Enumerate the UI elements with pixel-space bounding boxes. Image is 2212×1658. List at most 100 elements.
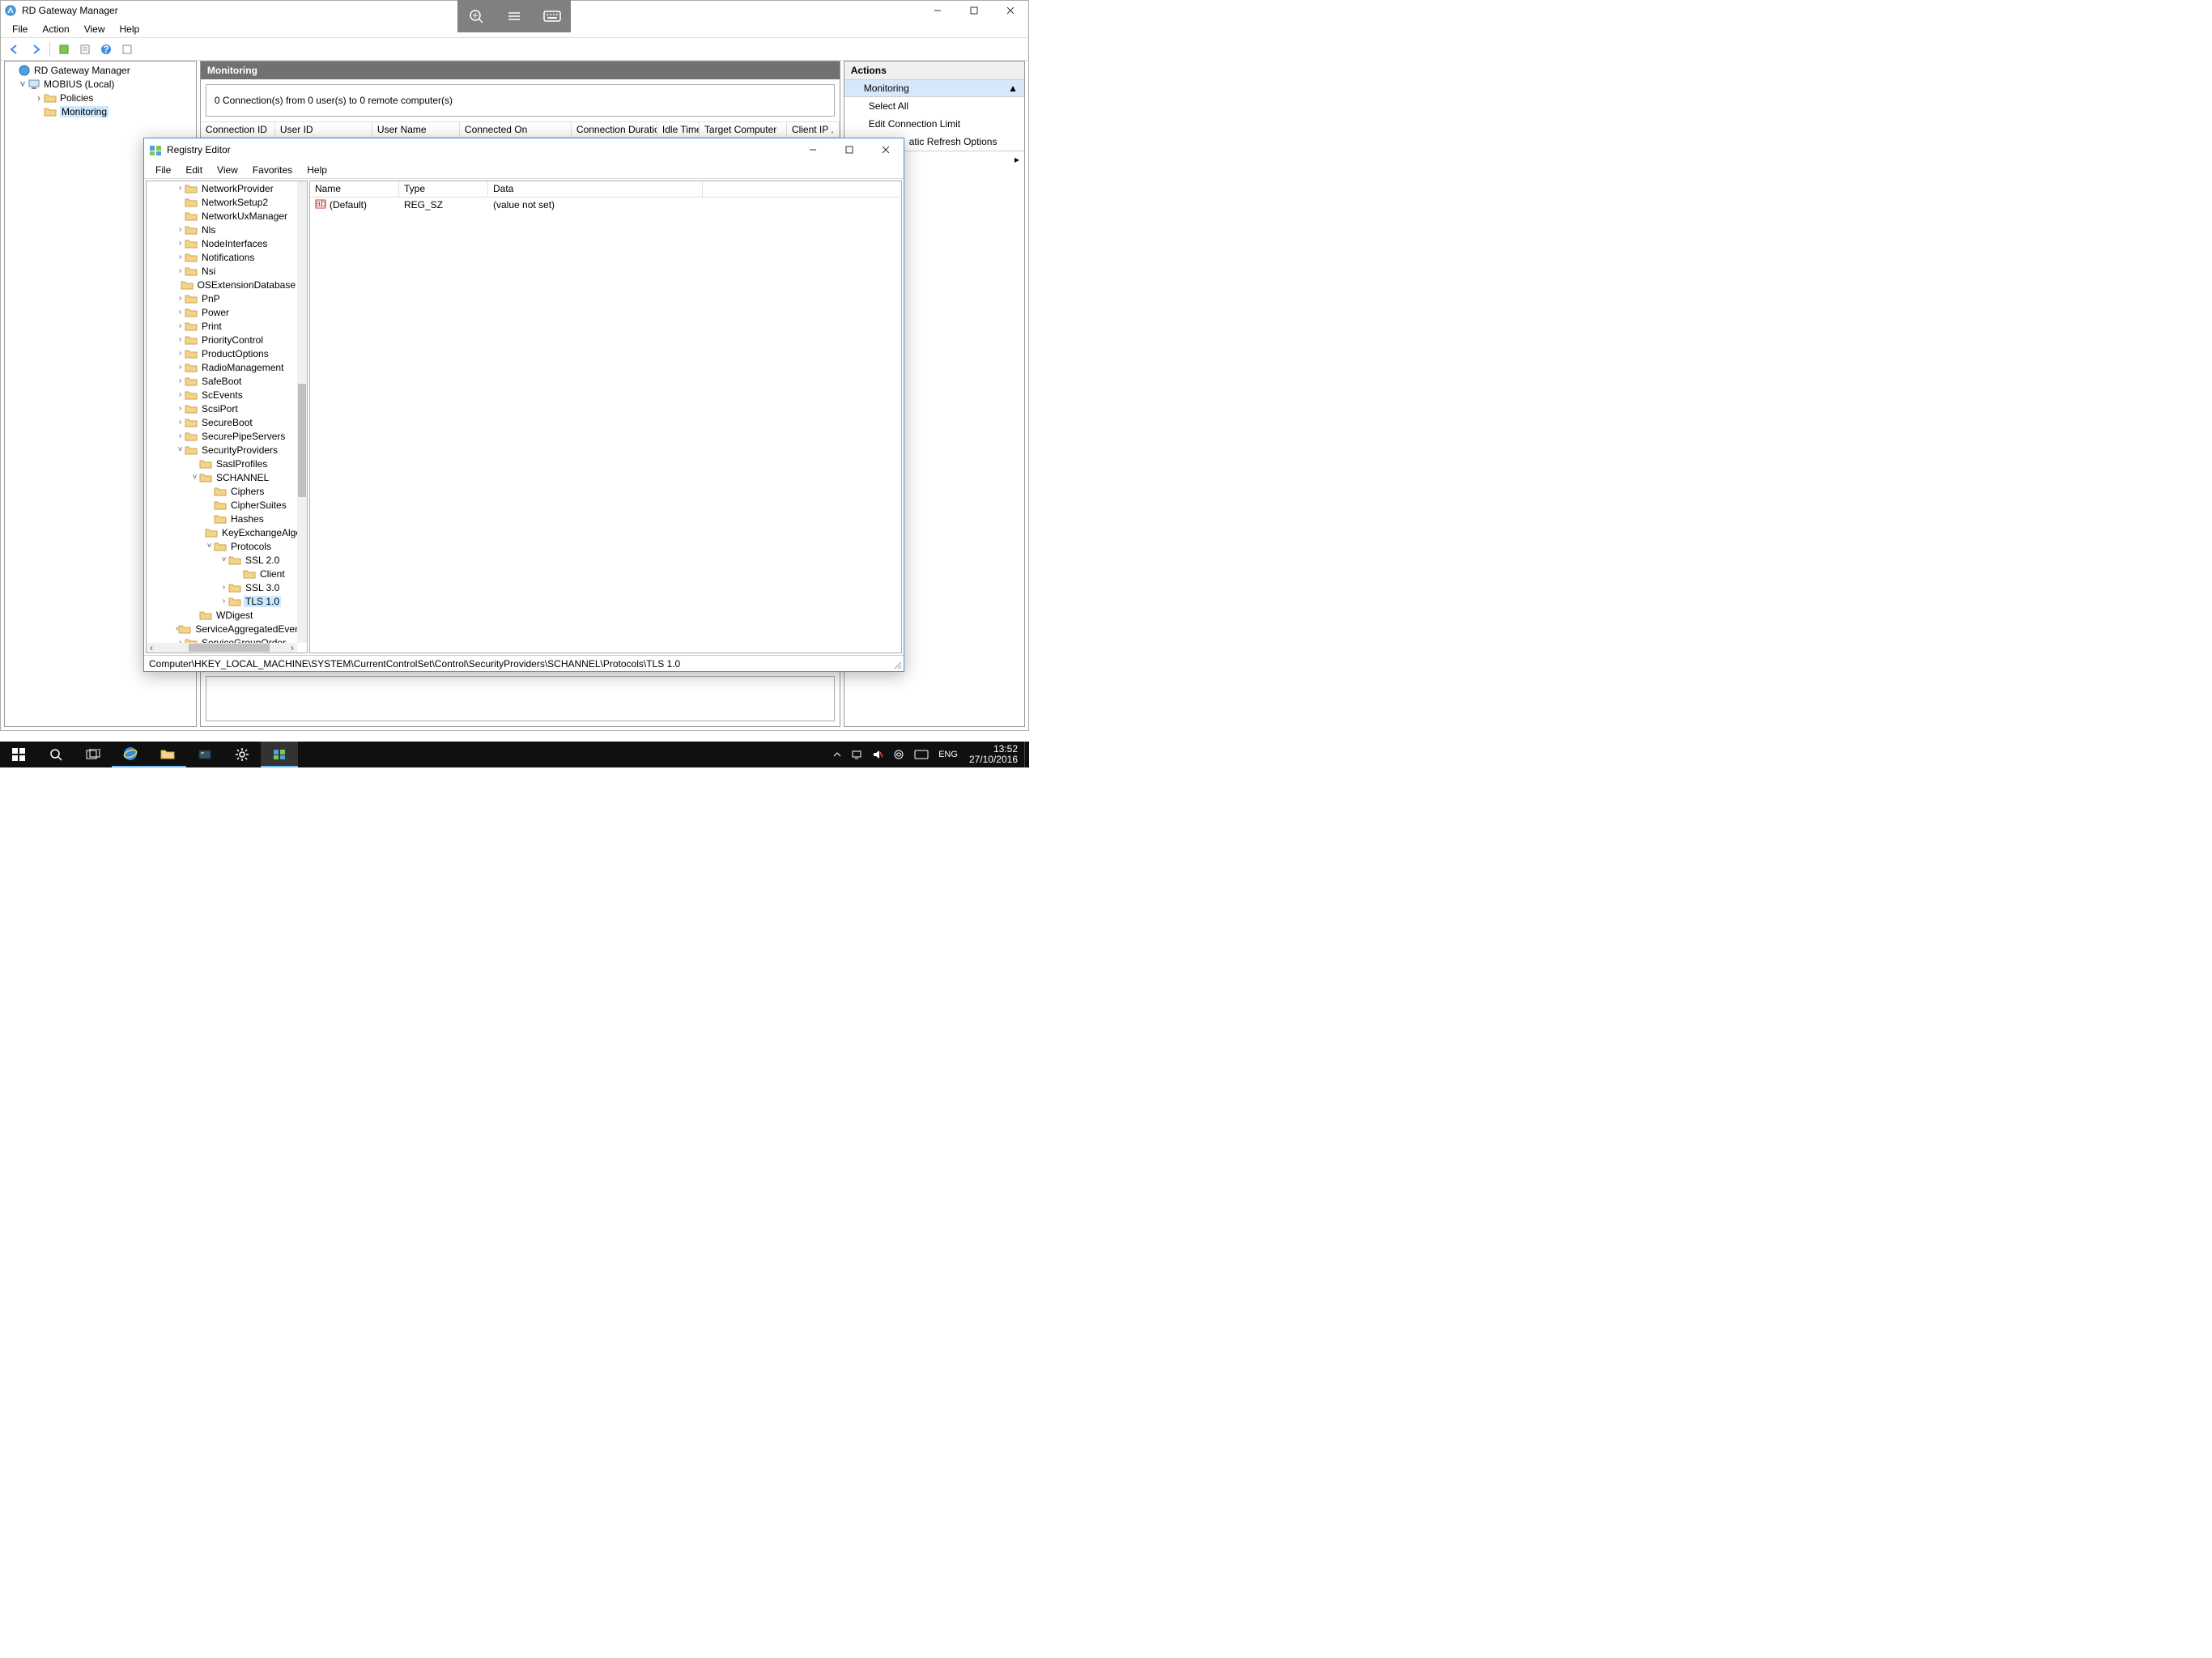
search-button[interactable] [37,742,74,767]
chevron-right-icon[interactable]: › [176,266,185,275]
chevron-down-icon[interactable]: ˅ [219,555,228,564]
tray-volume-icon[interactable] [867,742,888,767]
reg-tree-node[interactable]: WDigest [147,608,297,622]
reg-tree-node[interactable]: KeyExchangeAlgor [147,525,297,539]
scroll-thumb[interactable] [189,644,270,652]
keyboard-icon[interactable] [541,5,564,28]
reg-tree-node[interactable]: SaslProfiles [147,457,297,470]
reg-tree-node[interactable]: ›PnP [147,291,297,305]
reg-tree-node[interactable]: ›Print [147,319,297,333]
tree-root[interactable]: RD Gateway Manager [5,63,196,77]
chevron-right-icon[interactable]: › [176,404,185,413]
maximize-button[interactable] [955,1,992,20]
col-idle-time[interactable]: Idle Time [657,122,700,137]
close-button[interactable] [992,1,1028,20]
regedit-titlebar[interactable]: Registry Editor [144,138,904,161]
tree-monitoring[interactable]: Monitoring [5,104,196,118]
accessibility-toolbar[interactable] [457,0,571,32]
toolbar-button-extra[interactable] [118,40,136,58]
chevron-right-icon[interactable]: › [176,363,185,372]
col-data[interactable]: Data [488,181,703,197]
chevron-right-icon[interactable]: › [176,376,185,385]
taskbar-explorer[interactable] [149,742,186,767]
menu-help[interactable]: Help [113,22,147,36]
reg-tree-node[interactable]: ˅SCHANNEL [147,470,297,484]
reg-tree-node[interactable]: Ciphers [147,484,297,498]
menu-favorites[interactable]: Favorites [246,163,299,177]
resize-grip-icon[interactable] [892,660,902,670]
col-client-ip[interactable]: Client IP . [787,122,840,137]
reg-tree-node[interactable]: ›Notifications [147,250,297,264]
action-select-all[interactable]: Select All [844,97,1024,115]
chevron-right-icon[interactable]: › [219,597,228,606]
forward-button[interactable] [27,40,45,58]
col-duration[interactable]: Connection Duration [572,122,657,137]
reg-tree-node[interactable]: ›ScsiPort [147,402,297,415]
chevron-right-icon[interactable]: › [176,335,185,344]
col-connection-id[interactable]: Connection ID [201,122,275,137]
reg-tree-node[interactable]: ›Nls [147,223,297,236]
chevron-right-icon[interactable]: › [176,349,185,358]
scroll-thumb[interactable] [298,384,306,497]
reg-tree-node[interactable]: ›TLS 1.0 [147,594,297,608]
chevron-down-icon[interactable]: ˅ [205,542,214,551]
chevron-right-icon[interactable]: › [176,308,185,317]
tray-language[interactable]: ENG [934,742,963,767]
reg-tree-node[interactable]: OSExtensionDatabase [147,278,297,291]
menu-lines-icon[interactable] [503,5,525,28]
minimize-button[interactable] [794,138,831,161]
refresh-button[interactable] [55,40,73,58]
menu-view[interactable]: View [78,22,112,36]
chevron-right-icon[interactable]: › [176,294,185,303]
reg-tree-node[interactable]: ˅SecurityProviders [147,443,297,457]
maximize-button[interactable] [831,138,867,161]
value-row[interactable]: ab (Default) REG_SZ (value not set) [310,198,901,212]
reg-tree-node[interactable]: CipherSuites [147,498,297,512]
action-edit-limit[interactable]: Edit Connection Limit [844,115,1024,133]
reg-tree-node[interactable]: ›SSL 3.0 [147,580,297,594]
reg-tree-node[interactable]: NetworkUxManager [147,209,297,223]
expand-icon[interactable]: ˅ [18,79,28,90]
reg-tree-node[interactable]: ›Power [147,305,297,319]
tray-chevron-up-icon[interactable] [828,742,846,767]
start-button[interactable] [0,742,37,767]
col-user-id[interactable]: User ID [275,122,372,137]
minimize-button[interactable] [919,1,955,20]
col-user-name[interactable]: User Name [372,122,460,137]
col-name[interactable]: Name [310,181,399,197]
menu-file[interactable]: File [149,163,177,177]
reg-tree-node[interactable]: ›NetworkProvider [147,181,297,195]
menu-file[interactable]: File [6,22,34,36]
magnify-icon[interactable] [465,5,487,28]
col-target-computer[interactable]: Target Computer [700,122,787,137]
col-connected-on[interactable]: Connected On [460,122,572,137]
taskbar[interactable]: ENG 13:52 27/10/2016 [0,742,1029,767]
chevron-right-icon[interactable]: › [176,418,185,427]
chevron-right-icon[interactable]: › [176,239,185,248]
chevron-right-icon[interactable]: › [176,390,185,399]
reg-tree-node[interactable]: ˅SSL 2.0 [147,553,297,567]
help-button[interactable]: ? [97,40,115,58]
close-button[interactable] [867,138,904,161]
chevron-right-icon[interactable]: › [176,225,185,234]
reg-tree-node[interactable]: ›ScEvents [147,388,297,402]
reg-tree-node[interactable]: ›Nsi [147,264,297,278]
chevron-right-icon[interactable]: › [219,583,228,592]
tray-network-icon[interactable] [846,742,867,767]
column-headers[interactable]: Connection ID User ID User Name Connecte… [201,121,840,138]
tree-server[interactable]: ˅ MOBIUS (Local) [5,77,196,91]
reg-tree-node[interactable]: ›SecurePipeServers [147,429,297,443]
task-view-button[interactable] [74,742,112,767]
menu-action[interactable]: Action [36,22,75,36]
chevron-right-icon[interactable]: › [176,321,185,330]
regedit-values-panel[interactable]: Name Type Data ab (Default) REG_SZ (valu… [309,181,902,653]
reg-tree-node[interactable]: ›ServiceAggregatedEvents [147,622,297,636]
reg-tree-node[interactable]: ›RadioManagement [147,360,297,374]
chevron-down-icon[interactable]: ˅ [176,445,185,454]
menu-view[interactable]: View [211,163,245,177]
col-type[interactable]: Type [399,181,488,197]
list-header[interactable]: Name Type Data [310,181,901,198]
scroll-left-icon[interactable]: ‹ [147,643,156,653]
regedit-window[interactable]: Registry Editor File Edit View Favorites… [143,138,904,672]
reg-tree-node[interactable]: ›SafeBoot [147,374,297,388]
